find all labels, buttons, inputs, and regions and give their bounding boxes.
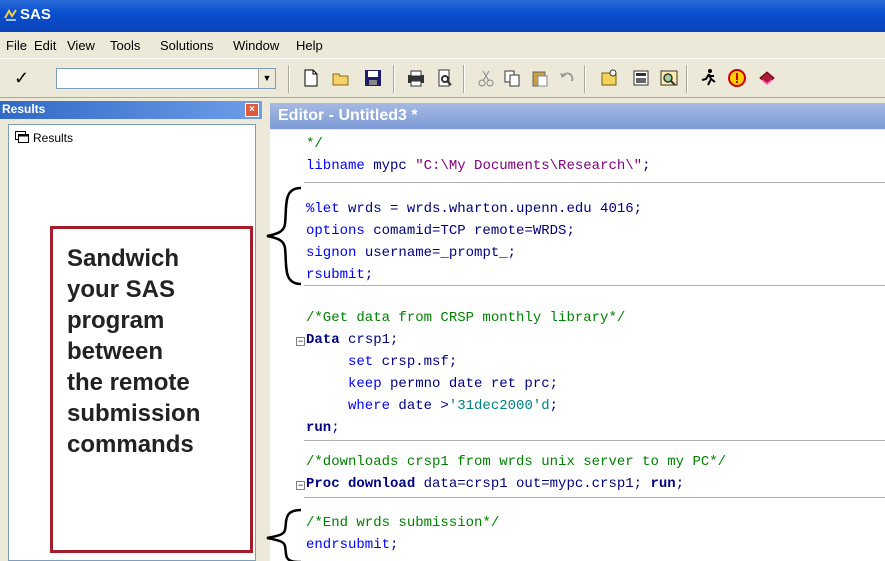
paste-icon[interactable] xyxy=(529,67,551,89)
code-line-11: where date >'31dec2000'd; xyxy=(348,398,559,414)
code-line-16: endrsubmit; xyxy=(306,537,399,553)
code-line-14: Proc download data=crsp1 out=mypc.crsp1;… xyxy=(306,476,685,492)
code-line-6: rsubmit; xyxy=(306,267,374,283)
run-icon[interactable] xyxy=(698,67,720,89)
sas-app-icon xyxy=(4,9,17,21)
menu-window[interactable]: Window xyxy=(233,38,279,53)
open-icon[interactable] xyxy=(330,67,352,89)
callout-line: commands xyxy=(67,431,194,458)
code-line-4: options comamid=TCP remote=WRDS; xyxy=(306,223,575,239)
copy-icon[interactable] xyxy=(501,67,523,89)
section-divider xyxy=(304,440,885,441)
code-line-3: %let wrds = wrds.wharton.upenn.edu 4016; xyxy=(306,201,643,217)
sas-explorer-icon[interactable] xyxy=(630,67,652,89)
save-icon[interactable] xyxy=(362,67,384,89)
toolbar-separator xyxy=(584,65,586,93)
brace-bottom-icon xyxy=(266,508,302,561)
menu-tools[interactable]: Tools xyxy=(110,38,140,53)
code-line-9: set crsp.msf; xyxy=(348,354,458,370)
editor-pane: Editor - Untitled3 * */ libname mypc "C:… xyxy=(262,98,885,561)
toolbar: ✓ ▼ xyxy=(0,58,885,98)
toolbar-separator xyxy=(686,65,688,93)
code-line-13: /*downloads crsp1 from wrds unix server … xyxy=(306,454,727,470)
code-line-12: run; xyxy=(306,420,340,436)
close-icon[interactable]: × xyxy=(245,103,259,117)
break-icon[interactable] xyxy=(726,67,748,89)
chevron-down-icon[interactable]: ▼ xyxy=(258,69,275,88)
menu-edit[interactable]: Edit xyxy=(34,38,56,53)
section-divider xyxy=(304,182,885,183)
code-line-10: keep permno date ret prc; xyxy=(348,376,559,392)
callout-line: submission xyxy=(67,400,201,427)
menu-view[interactable]: View xyxy=(67,38,95,53)
code-line-5: signon username=_prompt_; xyxy=(306,245,517,261)
toolbar-separator xyxy=(288,65,290,93)
tree-item-label: Results xyxy=(33,131,74,145)
editor-title: Editor - Untitled3 * xyxy=(278,107,418,124)
code-line-15: /*End wrds submission*/ xyxy=(306,515,500,531)
menu-bar: File Edit View Tools Solutions Window He… xyxy=(0,32,885,58)
new-icon[interactable] xyxy=(300,67,322,89)
callout-line: Sandwich xyxy=(67,245,180,272)
fold-toggle[interactable]: − xyxy=(296,337,305,346)
toolbar-separator xyxy=(393,65,395,93)
menu-file[interactable]: File xyxy=(6,38,27,53)
help-icon[interactable] xyxy=(756,67,778,89)
command-box[interactable]: ▼ xyxy=(56,68,276,89)
code-line-1: */ xyxy=(306,136,323,152)
menu-help[interactable]: Help xyxy=(296,38,323,53)
cut-icon[interactable] xyxy=(475,67,497,89)
print-preview-icon[interactable] xyxy=(434,67,456,89)
section-divider xyxy=(304,497,885,498)
callout-text: Sandwich your SAS program between the re… xyxy=(67,243,200,460)
command-input[interactable] xyxy=(57,69,253,88)
toolbar-separator xyxy=(463,65,465,93)
new-library-icon[interactable] xyxy=(598,67,620,89)
undo-icon[interactable] xyxy=(556,67,578,89)
code-editor[interactable]: */ libname mypc "C:\My Documents\Researc… xyxy=(270,130,885,561)
results-header: Results × xyxy=(0,101,262,119)
section-divider xyxy=(304,285,885,286)
code-line-2: libname mypc "C:\My Documents\Research\"… xyxy=(306,158,651,174)
find-icon[interactable] xyxy=(658,67,680,89)
menu-solutions[interactable]: Solutions xyxy=(160,38,213,53)
window-title: SAS xyxy=(20,6,51,23)
results-title: Results xyxy=(2,102,46,116)
callout-line: the remote xyxy=(67,369,190,396)
annotation-callout: Sandwich your SAS program between the re… xyxy=(50,226,253,553)
code-line-8: Data crsp1; xyxy=(306,332,399,348)
callout-line: your SAS xyxy=(67,276,176,303)
brace-top-icon xyxy=(266,186,302,286)
tree-item-results[interactable]: Results xyxy=(15,131,73,145)
callout-line: between xyxy=(67,338,164,365)
results-folder-icon xyxy=(15,131,29,143)
code-line-7: /*Get data from CRSP monthly library*/ xyxy=(306,310,626,326)
check-button[interactable]: ✓ xyxy=(14,66,54,90)
fold-toggle[interactable]: − xyxy=(296,481,305,490)
editor-header: Editor - Untitled3 * xyxy=(270,103,885,129)
print-icon[interactable] xyxy=(405,67,427,89)
title-bar: SAS xyxy=(0,0,885,32)
callout-line: program xyxy=(67,307,165,334)
